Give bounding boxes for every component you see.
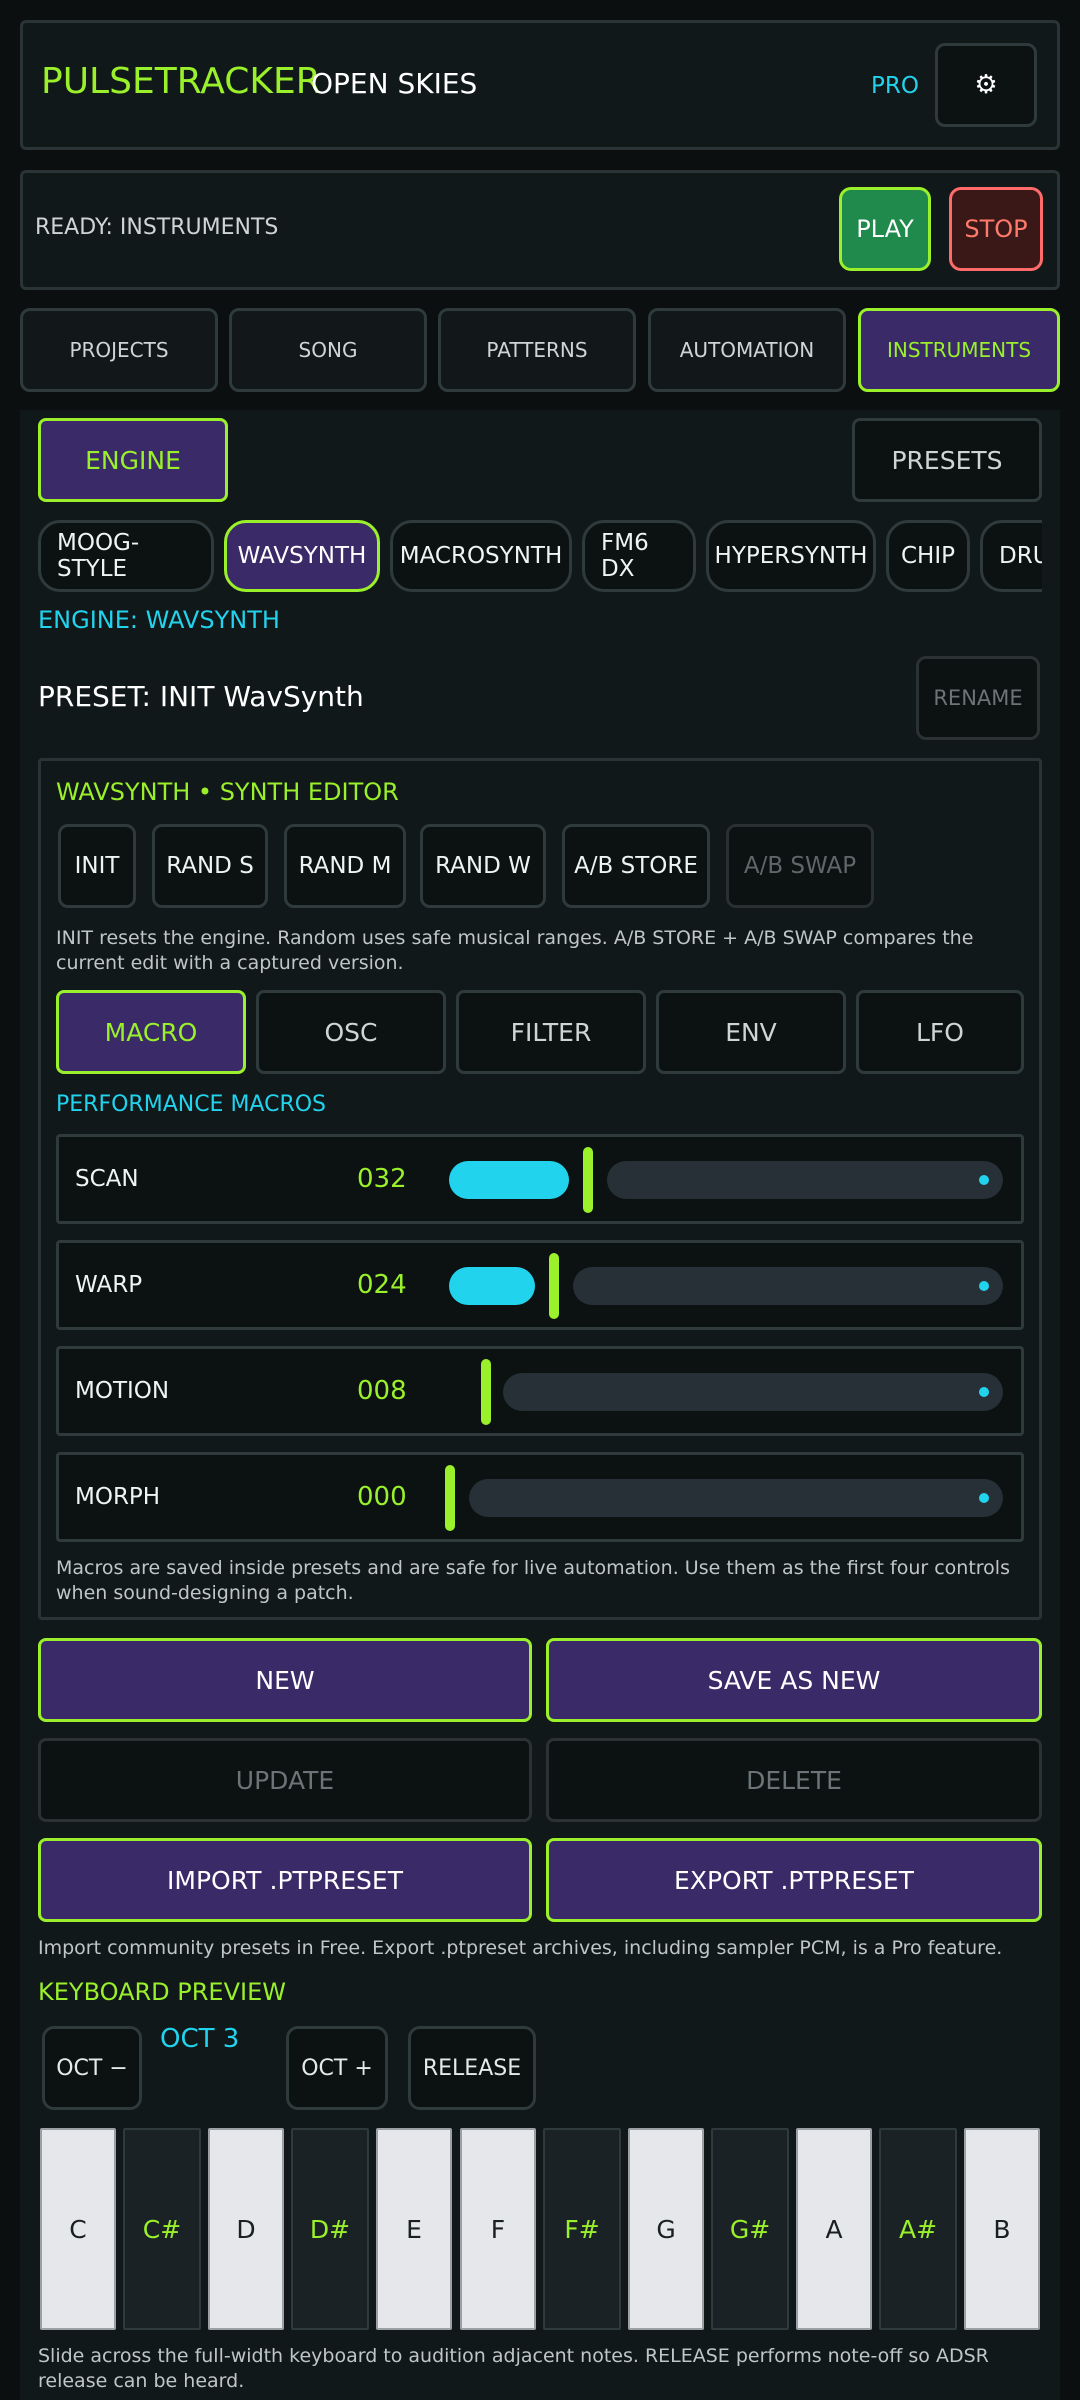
macro-slider-track[interactable] [469,1479,1003,1517]
editor-tab-env[interactable]: ENV [656,990,846,1074]
presets-tab[interactable]: PRESETS [852,418,1042,502]
key-f[interactable]: F [460,2128,536,2330]
import-preset-button[interactable]: IMPORT .PTPRESET [38,1838,532,1922]
key-c-sharp[interactable]: C# [123,2128,201,2330]
octave-down-button[interactable]: OCT − [42,2026,142,2110]
macro-label: SCAN [75,1166,139,1192]
macro-end-dot [979,1175,989,1185]
tab-automation[interactable]: AUTOMATION [648,308,846,392]
tab-song[interactable]: SONG [229,308,427,392]
macro-end-dot [979,1493,989,1503]
keyboard-help-clip: Slide across the full-width keyboard to … [38,2344,1048,2396]
key-f-sharp[interactable]: F# [543,2128,621,2330]
engine-label: ENGINE: WAVSYNTH [38,606,280,634]
macro-slider-track[interactable] [573,1267,1003,1305]
play-button[interactable]: PLAY [839,187,931,271]
settings-button[interactable]: ⚙ [935,43,1037,127]
key-a-sharp[interactable]: A# [879,2128,957,2330]
macro-value: 008 [357,1376,407,1406]
macro-slider-thumb[interactable] [549,1253,559,1319]
preset-help-text: Import community presets in Free. Export… [38,1937,1003,1959]
macro-row-morph: MORPH 000 [56,1452,1024,1542]
engine-chip-fm6-dx[interactable]: FM6 DX [582,520,696,592]
macro-value: 000 [357,1482,407,1512]
editor-tab-osc[interactable]: OSC [256,990,446,1074]
macro-value: 032 [357,1164,407,1194]
ab-store-button[interactable]: A/B STORE [562,824,710,908]
macro-fill [449,1161,569,1199]
key-c[interactable]: C [40,2128,116,2330]
key-d-sharp[interactable]: D# [291,2128,369,2330]
rename-button[interactable]: RENAME [916,656,1040,740]
app-name: PULSETRACKER [41,61,321,102]
keyboard-help-text: Slide across the full-width keyboard to … [38,2345,989,2392]
macros-help-text: Macros are saved inside presets and are … [56,1557,1010,1604]
section-title: PERFORMANCE MACROS [56,1092,327,1117]
macro-fill [449,1267,535,1305]
macro-row-scan: SCAN 032 [56,1134,1024,1224]
editor-tab-lfo[interactable]: LFO [856,990,1024,1074]
key-b[interactable]: B [964,2128,1040,2330]
tab-instruments[interactable]: INSTRUMENTS [858,308,1060,392]
macro-slider-thumb[interactable] [583,1147,593,1213]
keyboard-title: KEYBOARD PREVIEW [38,1978,286,2006]
export-preset-button[interactable]: EXPORT .PTPRESET [546,1838,1042,1922]
key-d[interactable]: D [208,2128,284,2330]
key-g-sharp[interactable]: G# [711,2128,789,2330]
engine-chip-overflow-clip: DRU [980,520,1042,592]
macro-slider-thumb[interactable] [481,1359,491,1425]
tab-projects[interactable]: PROJECTS [20,308,218,392]
macro-slider-track[interactable] [607,1161,1003,1199]
macro-row-motion: MOTION 008 [56,1346,1024,1436]
stop-button[interactable]: STOP [949,187,1043,271]
macro-value: 024 [357,1270,407,1300]
editor-title: WAVSYNTH • SYNTH EDITOR [56,778,399,806]
project-name: OPEN SKIES [311,67,478,100]
pro-badge[interactable]: PRO [871,73,919,99]
rand-w-button[interactable]: RAND W [420,824,546,908]
rand-s-button[interactable]: RAND S [152,824,268,908]
init-button[interactable]: INIT [58,824,136,908]
macro-label: MORPH [75,1484,161,1510]
octave-label: OCT 3 [160,2024,240,2054]
release-button[interactable]: RELEASE [408,2026,536,2110]
editor-tab-filter[interactable]: FILTER [456,990,646,1074]
key-e[interactable]: E [376,2128,452,2330]
engine-chip-chip[interactable]: CHIP [886,520,970,592]
update-preset-button[interactable]: UPDATE [38,1738,532,1822]
key-g[interactable]: G [628,2128,704,2330]
rand-m-button[interactable]: RAND M [284,824,406,908]
new-preset-button[interactable]: NEW [38,1638,532,1722]
engine-tab[interactable]: ENGINE [38,418,228,502]
editor-tab-macro[interactable]: MACRO [56,990,246,1074]
ab-swap-button[interactable]: A/B SWAP [726,824,874,908]
macro-end-dot [979,1387,989,1397]
macro-end-dot [979,1281,989,1291]
engine-chip-wavsynth[interactable]: WAVSYNTH [224,520,380,592]
engine-chip-macrosynth[interactable]: MACROSYNTH [390,520,572,592]
macro-label: WARP [75,1272,143,1298]
octave-up-button[interactable]: OCT + [286,2026,388,2110]
key-a[interactable]: A [796,2128,872,2330]
macro-label: MOTION [75,1378,170,1404]
delete-preset-button[interactable]: DELETE [546,1738,1042,1822]
engine-chip-hypersynth[interactable]: HYPERSYNTH [706,520,876,592]
save-as-new-button[interactable]: SAVE AS NEW [546,1638,1042,1722]
tab-patterns[interactable]: PATTERNS [438,308,636,392]
gear-icon: ⚙ [974,70,998,100]
macro-row-warp: WARP 024 [56,1240,1024,1330]
engine-chip-moog-style[interactable]: MOOG-STYLE [38,520,214,592]
tools-help-text: INIT resets the engine. Random uses safe… [56,927,974,974]
preset-label: PRESET: INIT WavSynth [38,680,364,713]
macro-slider-thumb[interactable] [445,1465,455,1531]
app-header: PULSETRACKER OPEN SKIES PRO ⚙ [20,20,1060,150]
macro-slider-track[interactable] [503,1373,1003,1411]
engine-chip-drum[interactable]: DRU [980,520,1042,592]
status-text: READY: INSTRUMENTS [35,215,279,240]
transport-bar: READY: INSTRUMENTS PLAY STOP [20,170,1060,290]
